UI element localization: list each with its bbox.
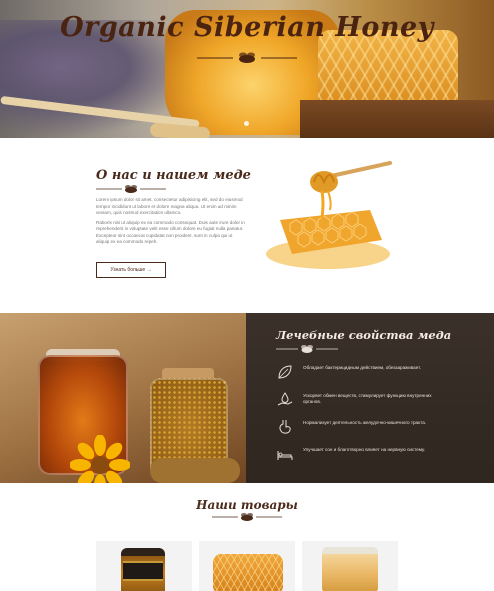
property-item: Нормализует деятельность желудочно-кишеч…: [276, 418, 426, 440]
about-paragraph-2: Raboris nisi ut aliquip ex ea commodo co…: [96, 219, 245, 245]
hero-title: Organic Siberian Honey: [60, 12, 434, 43]
bee-divider-icon: [197, 52, 297, 63]
learn-more-button[interactable]: Узнать больше →: [96, 262, 166, 278]
hand-drop-icon: [277, 392, 293, 406]
product-card[interactable]: [302, 541, 398, 591]
property-text: Ускоряет обмен веществ, стимулирует функ…: [303, 393, 432, 404]
property-text: Улучшает сон и благотворно влияет на нер…: [303, 447, 426, 452]
about-paragraph-1: Lorem ipsum dolor sit amet, consectetur …: [96, 197, 243, 215]
products-section: Наши товары: [0, 483, 494, 591]
product-label-image: [123, 561, 163, 581]
bee-divider-icon: [96, 185, 166, 193]
property-item: Улучшает сон и благотворно влияет на нер…: [276, 445, 426, 467]
slider-dot[interactable]: [244, 121, 249, 126]
product-honeycomb-image: [213, 554, 283, 591]
sunflower-icon: [70, 435, 130, 483]
bee-divider-icon: [276, 345, 338, 353]
property-text: Нормализует деятельность желудочно-кишеч…: [303, 420, 427, 425]
property-text: Обладает бактерицидным действием, обезза…: [303, 365, 422, 370]
about-text: Lorem ipsum dolor sit amet, consectetur …: [96, 197, 246, 246]
honeycomb-dipper-image: [266, 161, 392, 269]
hero-banner: Organic Siberian Honey: [0, 0, 494, 138]
bee-divider-icon: [212, 513, 282, 521]
about-title: О нас и нашем меде: [96, 168, 251, 183]
wooden-board-image: [300, 100, 494, 138]
properties-section: Лечебные свойства меда Обладает бактериц…: [0, 313, 494, 483]
honey-jars-photo: [0, 313, 246, 483]
leaf-icon: [278, 365, 292, 379]
property-item: Обладает бактерицидным действием, обезза…: [276, 363, 426, 385]
stomach-icon: [279, 420, 291, 434]
about-section: О нас и нашем меде Lorem ipsum dolor sit…: [0, 138, 494, 313]
product-honey-tub-image: [322, 547, 378, 591]
properties-title: Лечебные свойства меда: [276, 328, 452, 342]
products-title: Наши товары: [196, 498, 298, 512]
product-card[interactable]: [199, 541, 295, 591]
property-item: Ускоряет обмен веществ, стимулирует функ…: [276, 391, 432, 413]
bed-icon: [277, 451, 293, 460]
product-card[interactable]: [96, 541, 192, 591]
pollen-scoop-image: [150, 458, 240, 483]
